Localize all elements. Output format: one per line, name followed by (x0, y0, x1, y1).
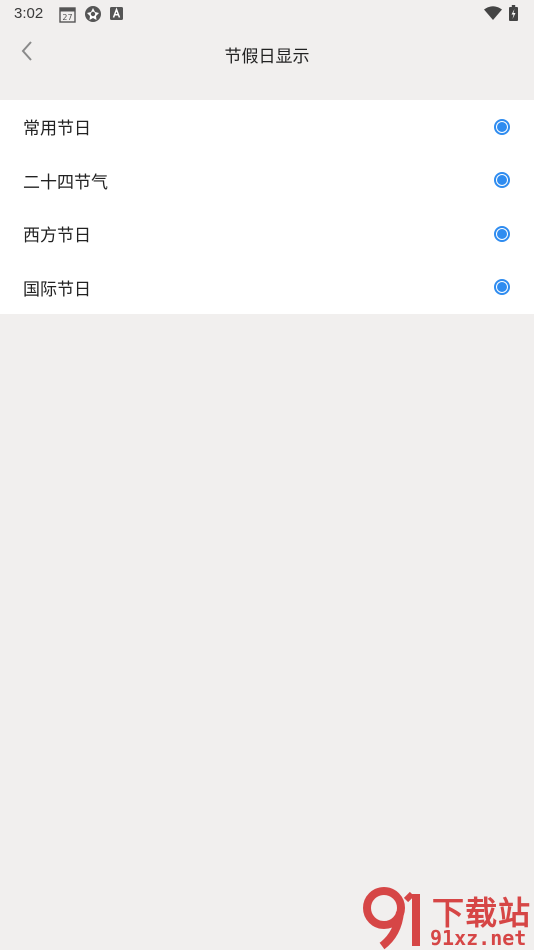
radio-selected-icon[interactable] (494, 172, 510, 189)
a-badge-icon (110, 7, 123, 20)
app-header: 节假日显示 (0, 30, 534, 78)
calendar-day: 27 (62, 13, 72, 22)
radio-selected-icon[interactable] (494, 118, 510, 135)
option-solar-terms[interactable]: 二十四节气 (0, 154, 534, 208)
option-international-holidays[interactable]: 国际节日 (0, 261, 534, 315)
watermark-logo-icon (362, 886, 430, 950)
option-label: 二十四节气 (23, 172, 108, 193)
gear-icon (84, 5, 102, 23)
wifi-icon (484, 6, 502, 20)
holiday-options-list: 常用节日 二十四节气 西方节日 国际节日 (0, 100, 534, 314)
radio-selected-icon[interactable] (494, 279, 510, 296)
option-label: 国际节日 (23, 279, 91, 300)
page-title: 节假日显示 (224, 47, 310, 67)
watermark: 下载站 91xz.net (362, 886, 534, 950)
option-label: 西方节日 (23, 226, 91, 247)
status-time: 3:02 (14, 5, 44, 22)
watermark-domain: 91xz.net (430, 926, 527, 950)
app-screen: 3:02 27 节假日显示 常用节日 二十四节气 西方节日 国际节日 下载站 9… (0, 0, 534, 950)
option-western-holidays[interactable]: 西方节日 (0, 207, 534, 261)
calendar-icon: 27 (59, 6, 76, 23)
battery-icon (509, 5, 518, 21)
radio-selected-icon[interactable] (494, 225, 510, 242)
option-label: 常用节日 (23, 119, 91, 140)
status-bar: 3:02 27 (0, 0, 534, 28)
option-common-holidays[interactable]: 常用节日 (0, 100, 534, 154)
